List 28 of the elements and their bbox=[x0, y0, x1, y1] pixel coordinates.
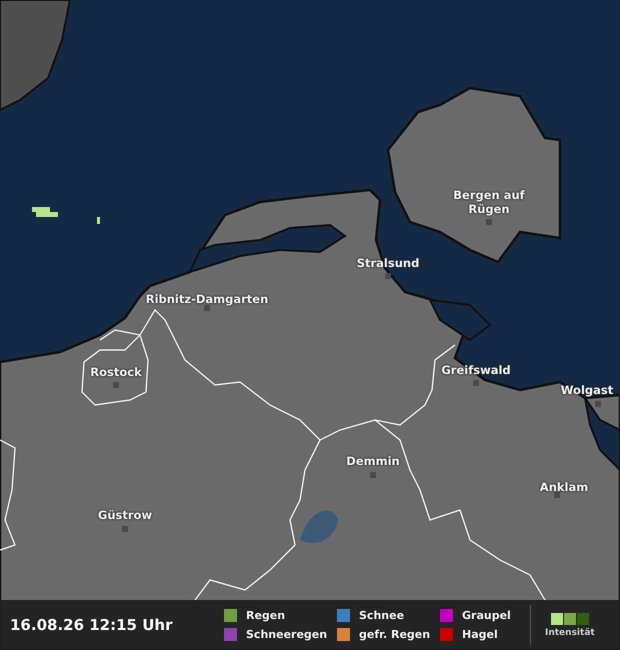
legend-label: Hagel bbox=[462, 628, 498, 641]
town-marker bbox=[473, 380, 479, 386]
city-label: Anklam bbox=[540, 480, 588, 494]
town-marker bbox=[554, 492, 560, 498]
city-label: Ribnitz-Damgarten bbox=[146, 292, 268, 306]
legend-label: Schnee bbox=[359, 609, 404, 622]
radar-echo bbox=[97, 217, 100, 224]
town-marker bbox=[122, 526, 128, 532]
city-label: Güstrow bbox=[98, 508, 152, 522]
town-marker bbox=[204, 305, 210, 311]
city-label: Stralsund bbox=[356, 256, 420, 270]
city-label: Bergen auf Rügen bbox=[452, 188, 526, 216]
radar-echo bbox=[32, 207, 58, 217]
city-label: Greifswald bbox=[441, 363, 511, 377]
legend-label: Graupel bbox=[462, 609, 511, 622]
town-marker bbox=[113, 382, 119, 388]
town-marker bbox=[595, 401, 601, 407]
legend-label: gefr. Regen bbox=[359, 628, 430, 641]
intensity-label: Intensität bbox=[545, 628, 595, 638]
town-marker bbox=[385, 273, 391, 279]
timestamp: 16.08.26 12:15 Uhr bbox=[10, 616, 174, 634]
town-marker bbox=[486, 219, 492, 225]
town-marker bbox=[370, 472, 376, 478]
city-label: Wolgast bbox=[560, 383, 614, 397]
legend-label: Schneeregen bbox=[246, 628, 328, 641]
city-label: Demmin bbox=[346, 454, 400, 468]
city-label: Rostock bbox=[90, 365, 142, 379]
legend-label: Regen bbox=[246, 609, 286, 622]
